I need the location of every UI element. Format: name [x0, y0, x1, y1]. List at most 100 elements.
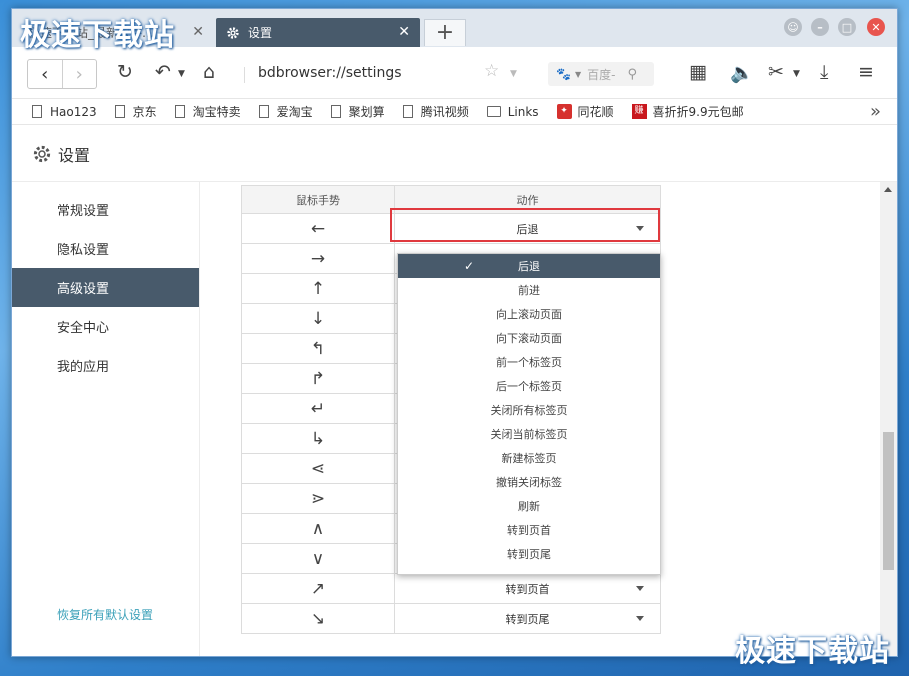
more-bookmarks-icon[interactable]: »: [870, 101, 881, 122]
watermark-logo: 极速下载站: [20, 18, 175, 53]
dropdown-option-label: 后一个标签页: [496, 380, 562, 393]
dropdown-option[interactable]: 转到页首: [398, 518, 660, 542]
scissors-icon[interactable]: ✂: [768, 61, 784, 83]
dropdown-option[interactable]: 新建标签页: [398, 446, 660, 470]
maximize-icon[interactable]: □: [838, 18, 856, 36]
bookmark-item[interactable]: 聚划算: [330, 103, 385, 120]
column-header-gesture: 鼠标手势: [241, 185, 395, 214]
tab-close-icon[interactable]: ✕: [398, 24, 410, 40]
new-tab-button[interactable]: +: [424, 19, 466, 46]
apps-icon[interactable]: ▦: [689, 61, 707, 83]
sidebar-item-security[interactable]: 安全中心: [12, 307, 199, 346]
dropdown-option[interactable]: 后一个标签页: [398, 374, 660, 398]
star-icon[interactable]: ☆: [484, 61, 499, 81]
minimize-icon[interactable]: –: [811, 18, 829, 36]
page-icon: [330, 105, 341, 118]
bookmark-item[interactable]: 赚喜折折9.9元包邮: [631, 103, 744, 120]
dropdown-option-label: 撤销关闭标签: [496, 476, 562, 489]
gesture-arrow-icon: →: [241, 243, 395, 274]
menu-icon[interactable]: ≡: [858, 61, 874, 83]
dropdown-option[interactable]: 向上滚动页面: [398, 302, 660, 326]
tab-settings[interactable]: 设置 ✕: [216, 18, 420, 47]
dropdown-option-label: 前进: [518, 284, 540, 297]
dropdown-option-label: 向下滚动页面: [496, 332, 562, 345]
page-icon: [402, 105, 413, 118]
chevron-down-icon: ▼: [574, 69, 582, 79]
dropdown-option[interactable]: 关闭当前标签页: [398, 422, 660, 446]
dropdown-option-label: 向上滚动页面: [496, 308, 562, 321]
navigation-toolbar: ‹ › ↻ ↶ ▼ ⌂ bdbrowser://settings ☆ ▼ 🐾 ▼…: [12, 47, 897, 99]
dropdown-option-label: 转到页尾: [507, 548, 551, 561]
bookmark-item[interactable]: 淘宝特卖: [174, 103, 241, 120]
refresh-icon[interactable]: ↻: [117, 61, 133, 83]
tab-close-icon[interactable]: ✕: [192, 24, 204, 40]
address-bar[interactable]: bdbrowser://settings: [258, 65, 402, 81]
sidebar-item-privacy[interactable]: 隐私设置: [12, 229, 199, 268]
bookmark-folder[interactable]: Links: [486, 105, 539, 119]
dropdown-option[interactable]: 刷新: [398, 494, 660, 518]
settings-sidebar: 常规设置 隐私设置 高级设置 安全中心 我的应用 恢复所有默认设置: [12, 182, 200, 656]
sound-icon[interactable]: 🔈: [730, 61, 754, 84]
gesture-arrow-icon: ⋖: [241, 453, 395, 484]
dropdown-option-label: 关闭当前标签页: [490, 428, 568, 441]
gesture-arrow-icon: ↱: [241, 363, 395, 394]
check-icon: ✓: [464, 259, 475, 273]
dropdown-caret-icon: [636, 586, 644, 591]
dropdown-option-label: 刷新: [518, 500, 540, 513]
nav-buttons: ‹ ›: [27, 59, 97, 89]
bookmark-item[interactable]: 腾讯视频: [402, 103, 469, 120]
gesture-arrow-icon: ↳: [241, 423, 395, 454]
dropdown-option-label: 转到页首: [507, 524, 551, 537]
action-dropdown-menu: ✓ 后退前进向上滚动页面 向下滚动页面前一个标签页后一个标签页关闭所有标签页关闭当前…: [397, 253, 661, 575]
bookmark-item[interactable]: 京东: [114, 103, 157, 120]
browser-window: 极速下载站_最新软件… ✕ 设置 ✕ + ☺ – □ ✕ ‹ › ↻ ↶ ▼ ⌂…: [11, 8, 898, 657]
scroll-up-arrow-icon[interactable]: [884, 187, 892, 192]
search-icon[interactable]: ⚲: [627, 67, 637, 82]
chevron-down-icon[interactable]: ▼: [510, 69, 517, 79]
gesture-arrow-icon: ←: [241, 213, 395, 244]
action-select[interactable]: 转到页尾: [394, 603, 661, 634]
undo-icon[interactable]: ↶: [155, 61, 171, 83]
baidu-paw-icon: 🐾: [556, 67, 571, 81]
dropdown-option[interactable]: 向下滚动页面: [398, 326, 660, 350]
chevron-down-icon[interactable]: ▼: [793, 69, 800, 79]
sidebar-item-advanced[interactable]: 高级设置: [12, 268, 199, 307]
gear-icon: [33, 145, 51, 162]
bookmarks-bar: Hao123 京东 淘宝特卖 爱淘宝 聚划算 腾讯视频 Links ✦ 同花顺 赚…: [12, 99, 897, 125]
page-icon: [174, 105, 185, 118]
close-window-icon[interactable]: ✕: [867, 18, 885, 36]
download-icon[interactable]: ⤓: [820, 61, 828, 83]
back-button[interactable]: ‹: [28, 60, 62, 88]
scrollbar-thumb[interactable]: [883, 432, 894, 570]
search-box[interactable]: 🐾 ▼ 百度- ⚲: [548, 62, 654, 86]
action-select[interactable]: 转到页首: [394, 573, 661, 604]
restore-defaults-link[interactable]: 恢复所有默认设置: [57, 606, 153, 623]
dropdown-option[interactable]: 撤销关闭标签: [398, 470, 660, 494]
bookmark-item[interactable]: ✦ 同花顺: [556, 103, 614, 120]
dropdown-option[interactable]: 转到页尾: [398, 542, 660, 566]
dropdown-option[interactable]: 前进: [398, 278, 660, 302]
chevron-down-icon[interactable]: ▼: [178, 69, 185, 79]
dropdown-option[interactable]: ✓ 后退: [398, 254, 660, 278]
sidebar-item-general[interactable]: 常规设置: [12, 190, 199, 229]
dropdown-option[interactable]: 前一个标签页: [398, 350, 660, 374]
tab-label: 设置: [248, 26, 273, 40]
table-row: ↘ 转到页尾: [241, 603, 661, 634]
forward-button[interactable]: ›: [61, 60, 97, 88]
bookmark-item[interactable]: 爱淘宝: [258, 103, 313, 120]
dropdown-option-label: 新建标签页: [501, 452, 557, 465]
sidebar-item-apps[interactable]: 我的应用: [12, 346, 199, 385]
bookmark-item[interactable]: Hao123: [32, 105, 97, 119]
gesture-arrow-icon: ↘: [241, 603, 395, 634]
page-title: 设置: [58, 145, 91, 165]
table-row: ↗ 转到页首: [241, 573, 661, 604]
home-icon[interactable]: ⌂: [203, 61, 215, 83]
search-input[interactable]: 百度-: [587, 66, 615, 83]
scrollbar[interactable]: [880, 182, 897, 656]
dropdown-option[interactable]: 关闭所有标签页: [398, 398, 660, 422]
gesture-arrow-icon: ⋗: [241, 483, 395, 514]
gesture-arrow-icon: ↰: [241, 333, 395, 364]
skin-icon[interactable]: ☺: [784, 18, 802, 36]
zhuan-icon: 赚: [631, 104, 647, 119]
